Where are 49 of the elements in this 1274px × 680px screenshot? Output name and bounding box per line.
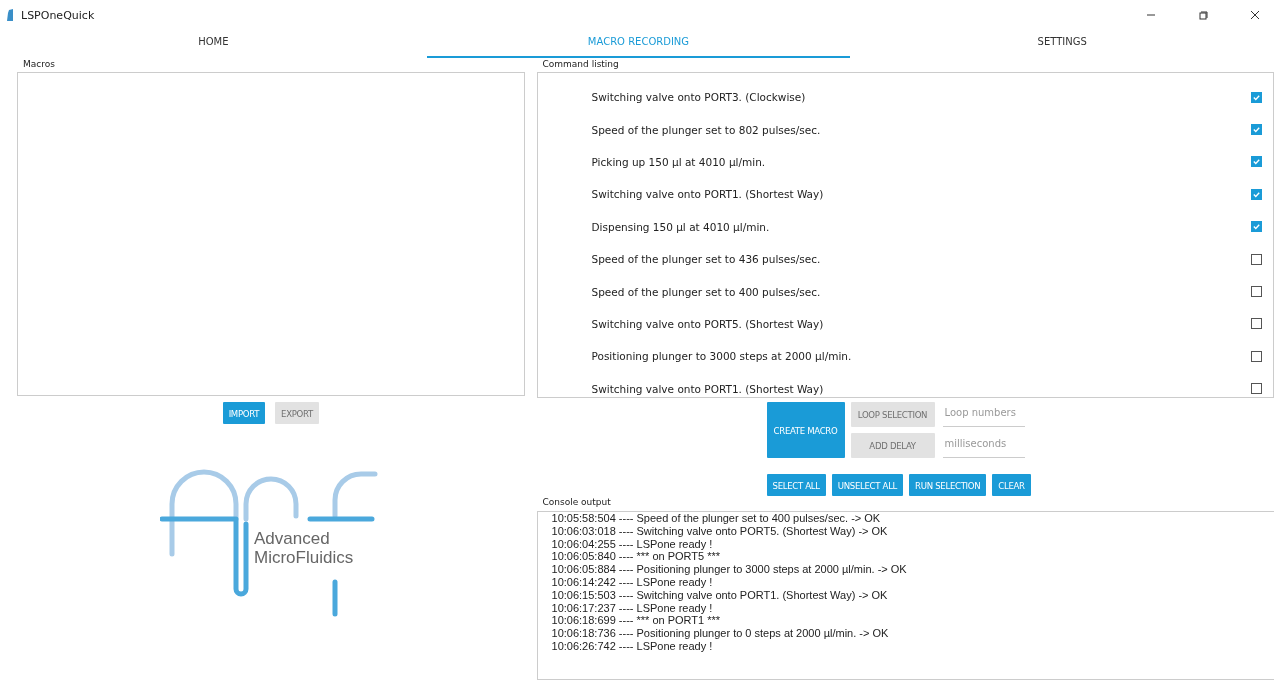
command-text: Speed of the plunger set to 802 pulses/sec. <box>591 123 822 136</box>
checkbox[interactable] <box>1251 91 1262 103</box>
command-text: Picking up 150 µl at 4010 µl/min. <box>591 155 767 168</box>
logo-text: MicroFluidics <box>254 549 354 567</box>
tab[interactable]: MACRO RECORDING <box>426 30 851 58</box>
checkbox[interactable] <box>1251 350 1262 362</box>
console-line: 10:06:18:699 ---- *** on PORT1 *** <box>551 614 722 628</box>
window-title: LSPOneQuick <box>21 8 95 22</box>
macros-label: Macros <box>23 59 56 70</box>
checkbox[interactable] <box>1251 286 1262 298</box>
checkbox[interactable] <box>1251 383 1262 395</box>
checkbox[interactable] <box>1251 188 1262 200</box>
checkbox[interactable] <box>1251 156 1262 168</box>
tab[interactable]: HOME <box>0 30 427 58</box>
action-button[interactable]: UNSELECT ALL <box>831 474 904 496</box>
console-line: 10:06:14:242 ---- LSPone ready ! <box>551 576 714 589</box>
console-line: 10:05:58:504 ---- Speed of the plunger set to 400 pulses/sec. -> OK <box>551 512 882 525</box>
command-text: Dispensing 150 µl at 4010 µl/min. <box>591 220 771 233</box>
restore-icon[interactable] <box>1198 10 1208 20</box>
console-line: 10:06:18:736 ---- Positioning plunger to 0 steps at 2000 µl/min. -> OK <box>551 627 890 640</box>
console-line: 10:06:15:503 ---- Switching valve onto PORT1. (Shortest Way) -> OK <box>551 588 889 602</box>
macro-button[interactable]: IMPORT <box>222 402 266 424</box>
close-icon[interactable] <box>1250 10 1260 20</box>
console-line: 10:06:03:018 ---- Switching valve onto PORT5. (Shortest Way) -> OK <box>551 524 889 538</box>
tab[interactable]: SETTINGS <box>850 30 1274 58</box>
command-text: Switching valve onto PORT3. (Clockwise) <box>591 91 807 104</box>
action-button[interactable]: CLEAR <box>992 474 1031 496</box>
console-line: 10:06:04:255 ---- LSPone ready ! <box>551 537 714 551</box>
command-text: Speed of the plunger set to 436 pulses/sec. <box>591 253 822 266</box>
checkbox[interactable] <box>1251 124 1262 136</box>
command-text: Switching valve onto PORT5. (Shortest Way) <box>591 317 825 330</box>
command-text: Speed of the plunger set to 400 pulses/sec. <box>591 285 822 298</box>
app-icon <box>7 9 15 21</box>
command-text: Switching valve onto PORT1. (Shortest Way) <box>591 188 825 201</box>
checkbox[interactable] <box>1251 221 1262 233</box>
console-line: 10:06:05:884 ---- Positioning plunger to 3000 steps at 2000 µl/min. -> OK <box>551 563 908 576</box>
action-button[interactable]: RUN SELECTION <box>909 474 987 496</box>
logo-text: Advanced <box>254 530 330 548</box>
command-text: Positioning plunger to 3000 steps at 2000 µl/min. <box>591 350 853 363</box>
checkbox[interactable] <box>1251 318 1262 330</box>
console-line: 10:06:26:742 ---- LSPone ready ! <box>551 639 714 653</box>
create-macro-button[interactable]: CREATE MACRO <box>766 402 845 458</box>
console-line: 10:06:05:840 ---- *** on PORT5 *** <box>551 550 722 564</box>
checkbox[interactable] <box>1251 253 1262 265</box>
action-button[interactable]: SELECT ALL <box>766 474 826 496</box>
console-line: 10:06:17:237 ---- LSPone ready ! <box>551 601 714 615</box>
command-listing-label: Command listing <box>542 59 620 70</box>
console-output-label: Console output <box>542 497 612 508</box>
command-text: Switching valve onto PORT1. (Shortest Way) <box>591 382 825 395</box>
